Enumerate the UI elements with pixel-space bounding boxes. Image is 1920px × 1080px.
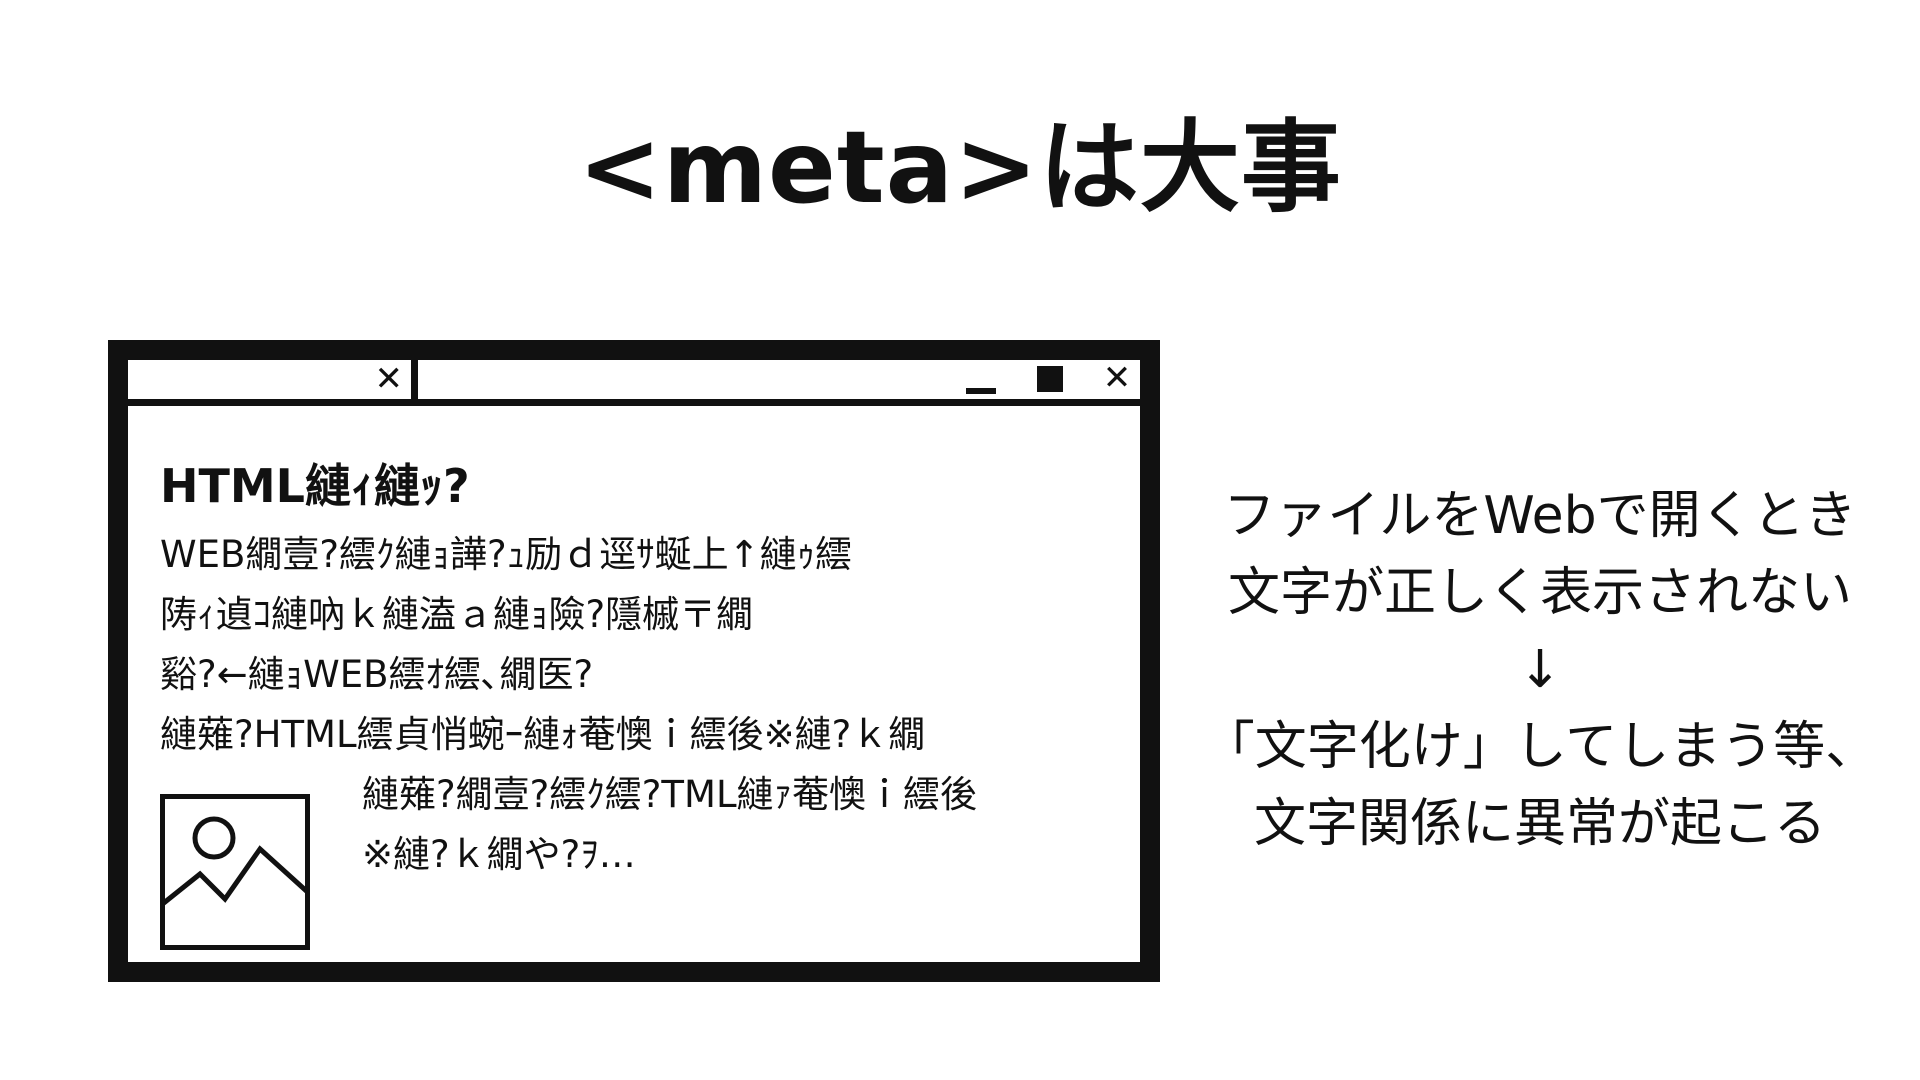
garbled-text-line: 縺薙?繝壹?繧ｸ繧?TML縺ｧ菴懊ｉ繧後 <box>362 773 978 816</box>
explanation-text: ファイルをWebで開くとき 文字が正しく表示されない ↓ 「文字化け」してしまう… <box>1190 478 1890 863</box>
maximize-icon <box>1035 360 1065 399</box>
garbled-text-line: 縺薙?HTML繧貞悄蜿ｰ縺ｫ菴懊ｉ繧後※縺?ｋ繝 <box>160 713 926 756</box>
browser-titlebar: ✕ ✕ <box>128 360 1140 406</box>
image-placeholder-icon <box>160 794 310 950</box>
minimize-icon <box>966 360 1000 399</box>
down-arrow: ↓ <box>1518 640 1562 700</box>
explanation-line: 「文字化け」してしまう等、 <box>1202 717 1878 777</box>
garbled-text-line: 陦ｨ遉ｺ縺吶ｋ縺溘ａ縺ｮ險?隱槭〒繝 <box>160 593 754 636</box>
explanation-line: ファイルをWebで開くとき <box>1223 486 1857 546</box>
browser-tab: ✕ <box>128 360 418 399</box>
close-icon: ✕ <box>1102 358 1132 398</box>
slide-title: <meta>は大事 <box>578 109 1342 226</box>
garbled-text-line: WEB繝壹?繧ｸ縺ｮ譁?ｭ励ｄ逕ｻ蜒上↑縺ｩ繧 <box>160 533 853 576</box>
explanation-line: 文字関係に異常が起こる <box>1253 794 1826 854</box>
browser-window-illustration: ✕ ✕ HTML縺ｨ縺ｯ? WEB繝壹?繧ｸ縺ｮ譁?ｭ励ｄ逕ｻ蜒上↑縺ｩ繧 陦ｨ… <box>108 340 1160 982</box>
tab-close-icon: ✕ <box>374 359 404 399</box>
explanation-line: 文字が正しく表示されない <box>1227 563 1852 623</box>
garbled-page-heading: HTML縺ｨ縺ｯ? <box>160 459 470 513</box>
garbled-text-line: ※縺?ｋ繝や?ｦ… <box>362 833 636 876</box>
garbled-text-line: 谿?←縺ｮWEB繧ｵ繧､繝医? <box>160 653 594 696</box>
